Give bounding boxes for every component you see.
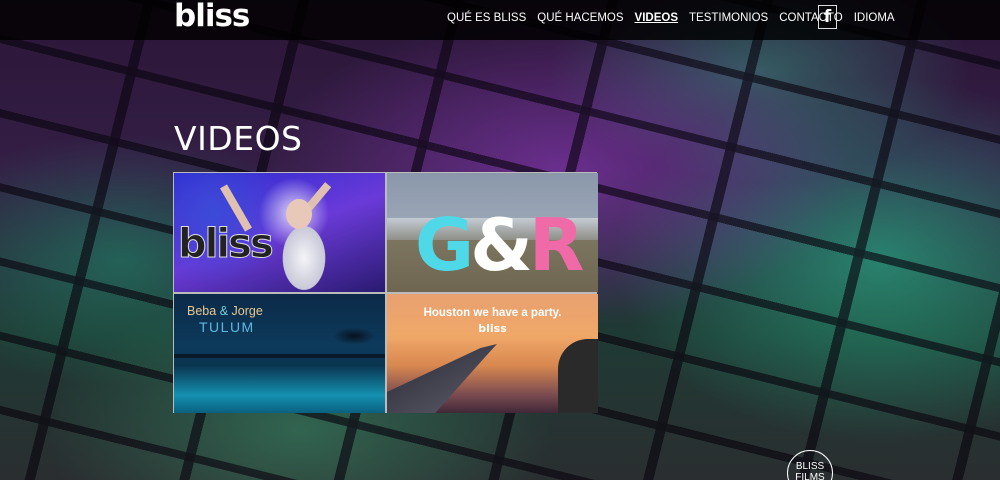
thumbnail-logo: bliss bbox=[478, 322, 507, 335]
video-thumbnail-gr[interactable]: G&R bbox=[387, 173, 598, 292]
video-thumbnail-houston[interactable]: Houston we have a party. bliss bbox=[387, 294, 598, 413]
badge-line-1: BLISS bbox=[795, 461, 825, 472]
dancer-head bbox=[286, 199, 312, 229]
video-thumbnail-party[interactable]: bliss bbox=[174, 173, 385, 292]
facebook-icon[interactable]: f bbox=[818, 5, 837, 29]
name-beba: Beba bbox=[187, 304, 217, 318]
location-label: TULUM bbox=[199, 319, 255, 335]
nav-que-es-bliss[interactable]: QUÉ ES BLISS bbox=[447, 12, 526, 24]
ampersand: & bbox=[219, 304, 229, 318]
video-tagline: Houston we have a party. bbox=[423, 307, 562, 319]
nav-videos[interactable]: VIDEOS bbox=[635, 12, 678, 24]
nav-que-hacemos[interactable]: QUÉ HACEMOS bbox=[537, 12, 623, 24]
name-jorge: Jorge bbox=[231, 304, 263, 318]
ampersand: & bbox=[470, 203, 533, 287]
initial-r: R bbox=[528, 203, 584, 287]
video-thumbnail-tulum[interactable]: Beba & Jorge TULUM bbox=[174, 294, 385, 413]
top-header: bliss QUÉ ES BLISS QUÉ HACEMOS VIDEOS TE… bbox=[0, 0, 1000, 40]
airplane-wing bbox=[387, 344, 497, 413]
couple-names: Beba & Jorge bbox=[187, 304, 263, 318]
bliss-logo[interactable]: bliss bbox=[174, 1, 250, 32]
shoreline bbox=[174, 354, 385, 358]
nav-testimonios[interactable]: TESTIMONIOS bbox=[689, 12, 768, 24]
page-title: VIDEOS bbox=[174, 119, 303, 158]
nav-idioma[interactable]: IDIOMA bbox=[854, 12, 895, 24]
couple-initials: G&R bbox=[415, 209, 584, 281]
palm-trees bbox=[324, 326, 384, 356]
videos-grid: bliss G&R Beba & Jorge TULUM Houston we … bbox=[173, 172, 598, 413]
badge-line-2: FILMS bbox=[795, 472, 825, 480]
window-frame bbox=[558, 339, 598, 413]
initial-g: G bbox=[415, 203, 474, 287]
thumbnail-logo: bliss bbox=[178, 221, 275, 268]
